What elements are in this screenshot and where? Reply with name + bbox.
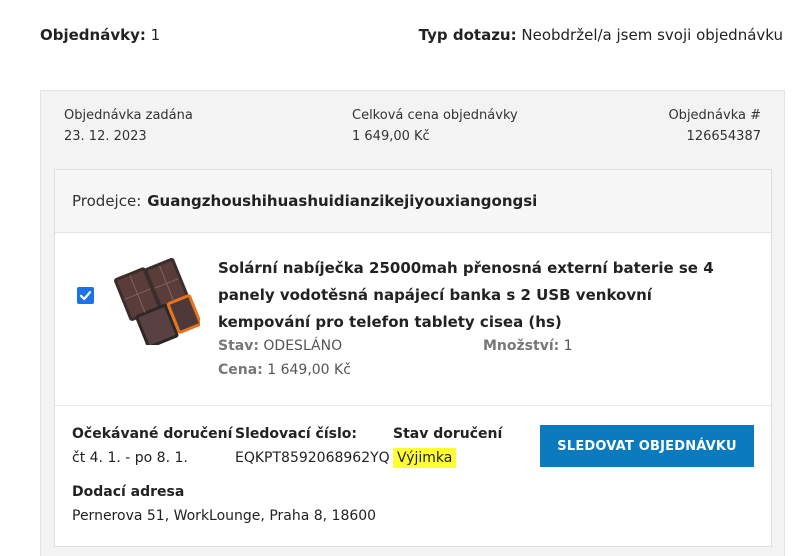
order-placed: Objednávka zadána 23. 12. 2023 bbox=[64, 105, 193, 147]
tracking-number-label: Sledovací číslo: bbox=[235, 426, 358, 442]
delivery-state: Stav doručení Výjimka bbox=[393, 422, 502, 470]
expected-delivery: Očekávané doručení čt 4. 1. - po 8. 1. bbox=[72, 422, 232, 470]
orders-count: Objednávky: 1 bbox=[40, 26, 160, 44]
item-price: Cena: 1 649,00 Kč bbox=[218, 362, 351, 378]
orders-label: Objednávky: bbox=[40, 26, 146, 44]
item-status-label: Stav: bbox=[218, 338, 259, 354]
order-number: Objednávka # 126654387 bbox=[668, 105, 761, 147]
seller-label: Prodejce: bbox=[72, 192, 142, 210]
orders-count-value: 1 bbox=[150, 26, 161, 44]
item-price-label: Cena: bbox=[218, 362, 263, 378]
expected-delivery-value: čt 4. 1. - po 8. 1. bbox=[72, 450, 188, 466]
solar-powerbank-image[interactable] bbox=[110, 255, 200, 345]
item-title[interactable]: Solární nabíječka 25000mah přenosná exte… bbox=[218, 255, 748, 336]
order-number-label: Objednávka # bbox=[668, 108, 761, 123]
order-panel: Objednávka zadána 23. 12. 2023 Celková c… bbox=[40, 90, 785, 556]
expected-delivery-label: Očekávané doručení bbox=[72, 426, 233, 442]
order-item: Solární nabíječka 25000mah přenosná exte… bbox=[55, 233, 771, 406]
checkmark-icon bbox=[79, 291, 92, 301]
order-number-value: 126654387 bbox=[686, 129, 761, 144]
item-status-value: ODESLÁNO bbox=[263, 338, 343, 354]
item-price-value: 1 649,00 Kč bbox=[267, 362, 351, 378]
order-placed-label: Objednávka zadána bbox=[64, 108, 193, 123]
order-total-label: Celková cena objednávky bbox=[352, 108, 518, 123]
delivery-state-label: Stav doručení bbox=[393, 426, 503, 442]
order-total: Celková cena objednávky 1 649,00 Kč bbox=[352, 105, 518, 147]
item-status: Stav: ODESLÁNO bbox=[218, 338, 342, 354]
tracking-number: Sledovací číslo: EQKPT8592068962YQ bbox=[235, 422, 390, 470]
query-type-label: Typ dotazu: bbox=[418, 26, 517, 44]
shipping-address-value: Pernerova 51, WorkLounge, Praha 8, 18600 bbox=[72, 508, 377, 524]
tracking-number-value: EQKPT8592068962YQ bbox=[235, 450, 390, 466]
order-total-value: 1 649,00 Kč bbox=[352, 129, 430, 144]
seller-card: Prodejce: Guangzhoushihuashuidianzikejiy… bbox=[54, 169, 772, 547]
query-type: Typ dotazu: Neobdržel/a jsem svoji objed… bbox=[419, 26, 783, 44]
track-order-button[interactable]: SLEDOVAT OBJEDNÁVKU bbox=[540, 425, 754, 467]
delivery-section: Očekávané doručení čt 4. 1. - po 8. 1. S… bbox=[55, 406, 771, 546]
query-type-value: Neobdržel/a jsem svoji objednávku bbox=[521, 26, 783, 44]
shipping-address: Dodací adresa Pernerova 51, WorkLounge, … bbox=[72, 480, 376, 528]
item-quantity-value: 1 bbox=[563, 338, 573, 354]
seller-name: Guangzhoushihuashuidianzikejiyouxiangong… bbox=[147, 192, 538, 210]
item-checkbox[interactable] bbox=[77, 287, 94, 304]
seller-header: Prodejce: Guangzhoushihuashuidianzikejiy… bbox=[55, 170, 771, 233]
order-placed-value: 23. 12. 2023 bbox=[64, 129, 147, 144]
delivery-state-value: Výjimka bbox=[393, 448, 457, 468]
shipping-address-label: Dodací adresa bbox=[72, 484, 185, 500]
order-query-header: Objednávky: 1 Typ dotazu: Neobdržel/a js… bbox=[40, 26, 783, 44]
item-quantity: Množství: 1 bbox=[483, 338, 573, 354]
item-quantity-label: Množství: bbox=[483, 338, 560, 354]
